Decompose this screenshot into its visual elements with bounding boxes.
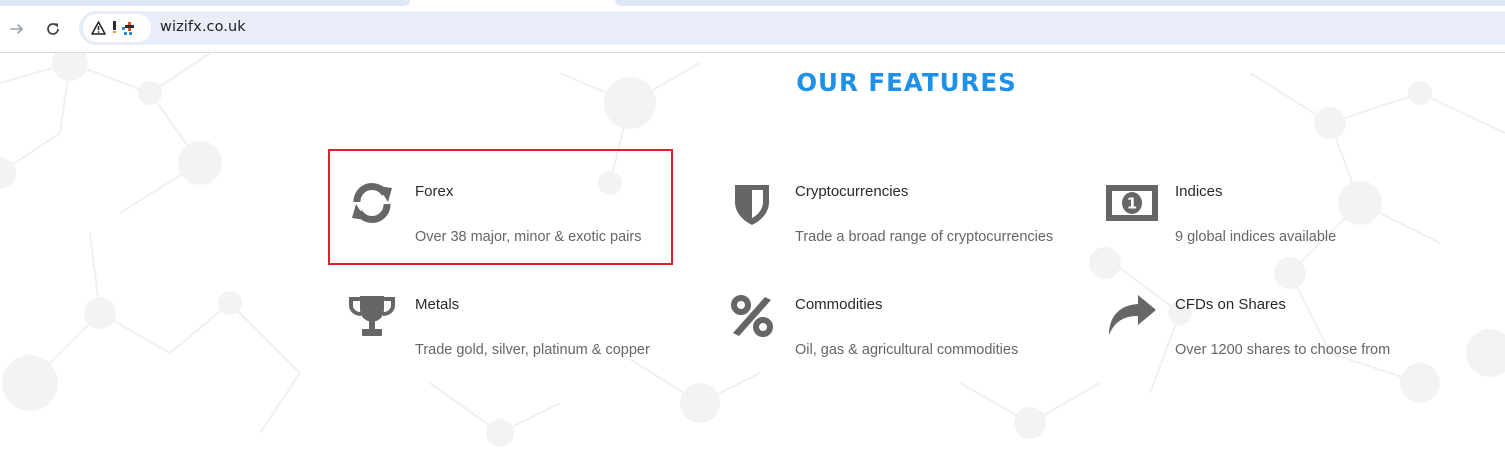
feature-cryptocurrencies[interactable]: Cryptocurrencies Trade a broad range of … — [722, 173, 1062, 253]
feature-description: 9 global indices available — [1175, 229, 1337, 245]
feature-commodities[interactable]: Commodities Oil, gas & agricultural comm… — [722, 286, 1062, 366]
share-arrow-icon — [1102, 286, 1162, 346]
feature-title: CFDs on Shares — [1175, 296, 1286, 313]
percent-icon — [722, 286, 782, 346]
feature-title: Metals — [415, 296, 460, 313]
trophy-icon — [342, 286, 402, 346]
feature-description: Over 1200 shares to choose from — [1175, 342, 1391, 358]
site-info-button[interactable] — [83, 14, 151, 42]
forward-button[interactable] — [4, 16, 30, 42]
address-bar[interactable]: wizifx.co.uk — [79, 11, 1505, 45]
arrow-right-icon — [10, 24, 23, 34]
feature-description: Trade gold, silver, platinum & copper — [415, 342, 650, 358]
feature-title: Commodities — [795, 296, 883, 313]
highlight-box — [328, 149, 673, 265]
reload-icon — [47, 23, 59, 35]
features-section: OUR FEATURES Forex Over 38 major, minor … — [0, 53, 1505, 452]
reload-button[interactable] — [40, 16, 66, 42]
feature-title: Indices — [1175, 183, 1223, 200]
shield-icon — [722, 173, 782, 233]
feature-description: Oil, gas & agricultural commodities — [795, 342, 1019, 358]
feature-cfds-on-shares[interactable]: CFDs on Shares Over 1200 shares to choos… — [1102, 286, 1442, 366]
feature-description: Trade a broad range of cryptocurrencies — [795, 229, 1054, 245]
warning-triangle-icon — [91, 21, 106, 35]
feature-metals[interactable]: Metals Trade gold, silver, platinum & co… — [342, 286, 682, 366]
url-text: wizifx.co.uk — [160, 19, 246, 35]
browser-toolbar: wizifx.co.uk — [0, 6, 1505, 53]
feature-title: Cryptocurrencies — [795, 183, 909, 200]
section-title: OUR FEATURES — [796, 68, 1017, 97]
feature-indices[interactable]: 1 Indices 9 global indices available — [1102, 173, 1442, 253]
svg-text:1: 1 — [1127, 195, 1137, 213]
site-favicon — [113, 18, 147, 38]
banknote-icon: 1 — [1102, 173, 1162, 233]
